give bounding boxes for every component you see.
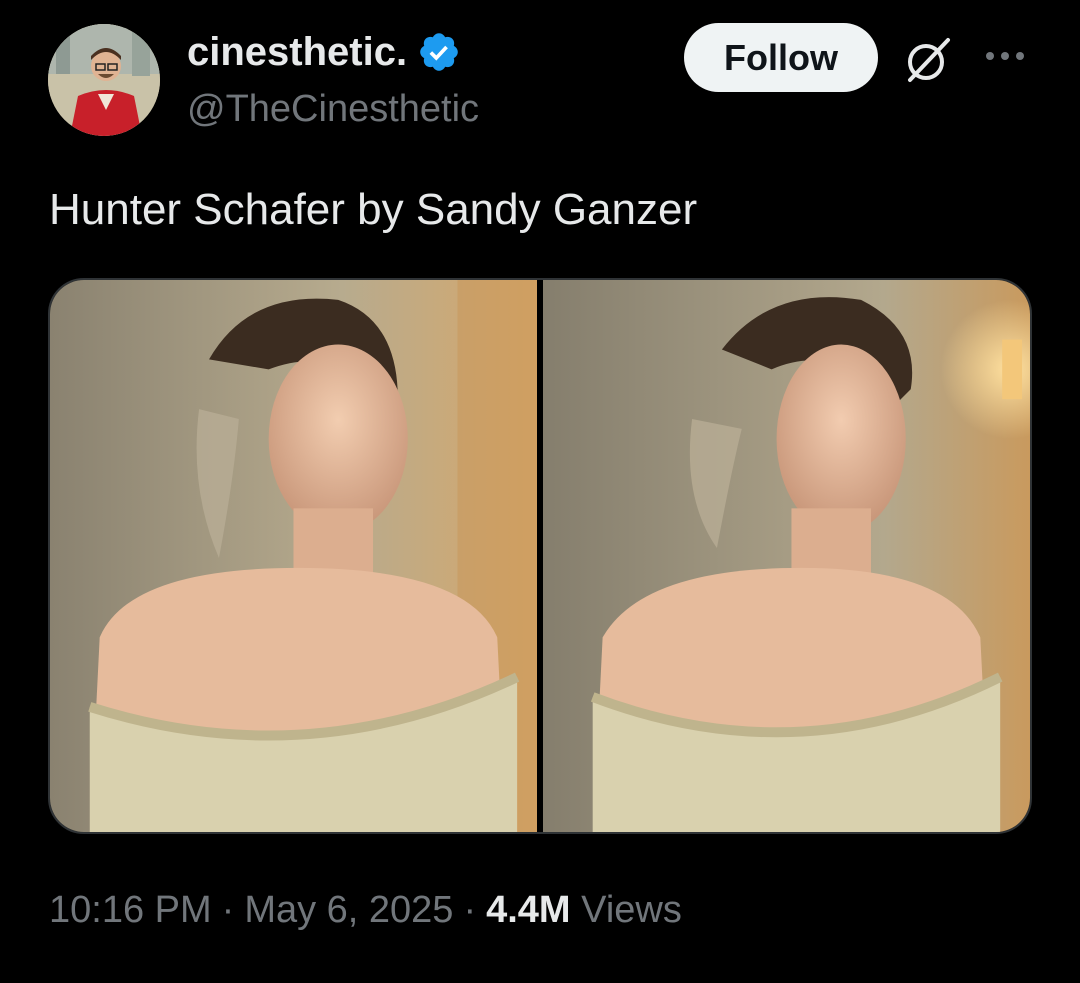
media-photo-2[interactable] [543, 280, 1030, 832]
post-time[interactable]: 10:16 PM [49, 889, 212, 931]
media-photo-1[interactable] [50, 280, 537, 832]
post-metadata: 10:16 PM · May 6, 2025 · 4.4M Views [49, 886, 682, 934]
follow-button[interactable]: Follow [684, 23, 878, 92]
avatar-image [48, 24, 160, 136]
more-icon[interactable] [982, 44, 1028, 68]
separator: · [463, 889, 477, 931]
author-display-name-row[interactable]: cinesthetic. [187, 28, 461, 76]
author-display-name[interactable]: cinesthetic. [187, 28, 407, 76]
post-date[interactable]: May 6, 2025 [244, 889, 453, 931]
grok-icon[interactable] [902, 34, 954, 86]
verified-badge-icon[interactable] [417, 30, 461, 74]
author-avatar[interactable] [48, 24, 160, 136]
views-label: Views [581, 889, 682, 931]
views-count: 4.4M [486, 889, 571, 931]
separator: · [221, 889, 235, 931]
author-handle[interactable]: @TheCinesthetic [187, 86, 479, 132]
media-grid [48, 278, 1032, 834]
post-text: Hunter Schafer by Sandy Ganzer [49, 185, 698, 234]
